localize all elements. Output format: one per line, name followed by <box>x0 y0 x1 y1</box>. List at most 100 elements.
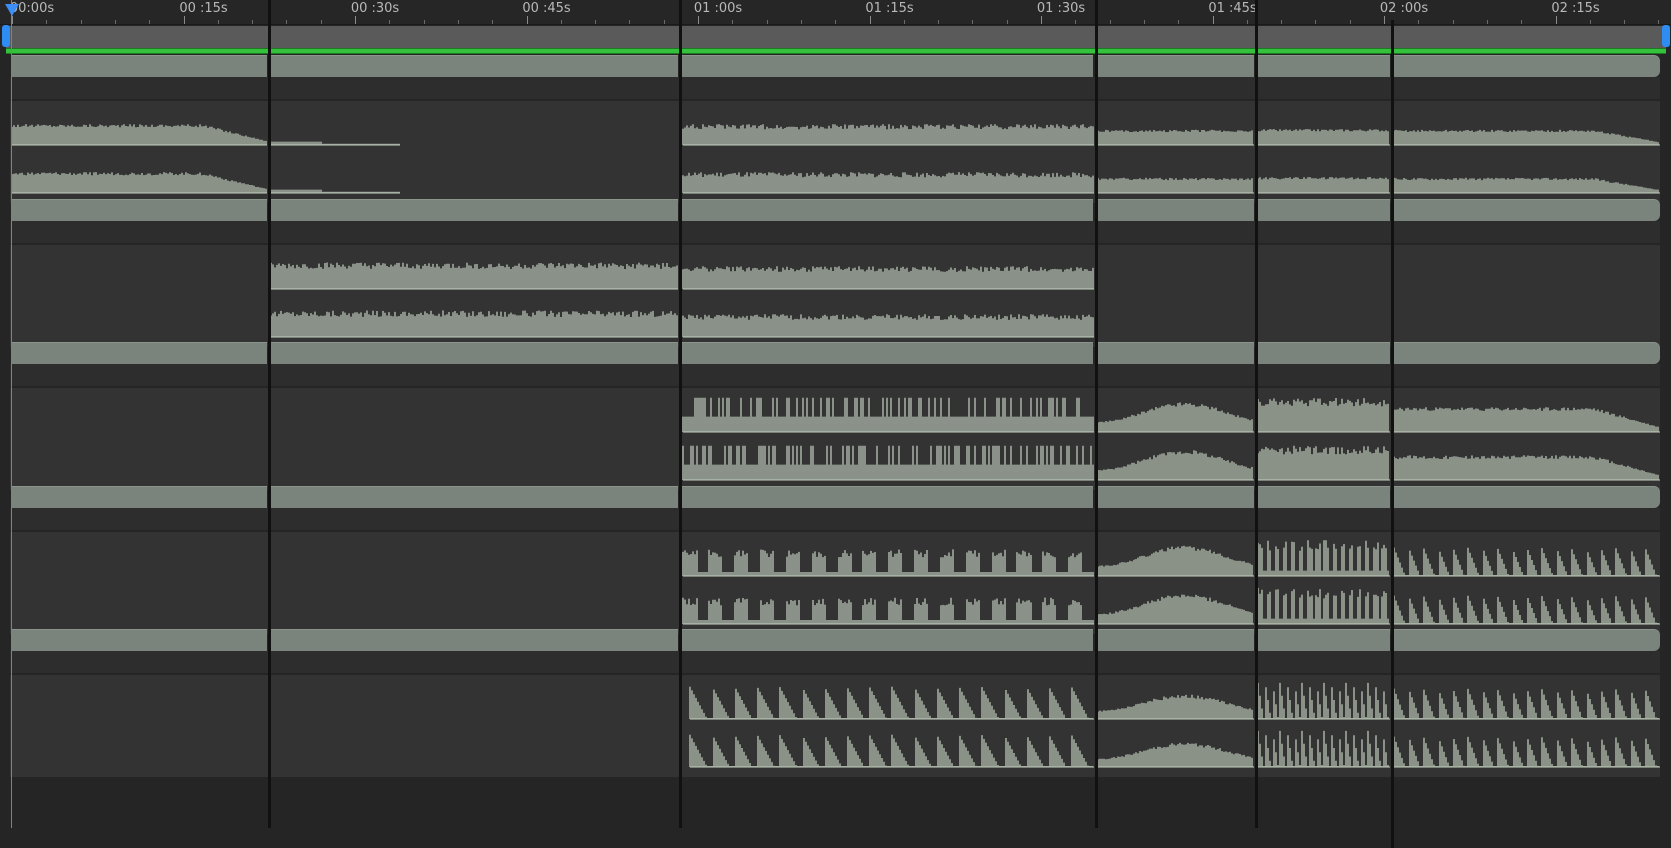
clip-bar[interactable] <box>271 198 678 221</box>
edit-cut-line[interactable] <box>1095 0 1098 828</box>
clip-bar[interactable] <box>1098 485 1254 508</box>
clip-bar[interactable] <box>1394 55 1660 77</box>
waveform-channel <box>1097 594 1254 624</box>
waveform-channel <box>682 313 1094 337</box>
clip-bar[interactable] <box>1394 342 1660 364</box>
clip-bar[interactable] <box>682 198 1093 221</box>
work-area-end-handle[interactable] <box>1662 25 1670 47</box>
waveform-channel <box>1257 398 1390 433</box>
clip-bar[interactable] <box>12 485 267 508</box>
ruler-minor-tick <box>972 20 974 24</box>
ruler-minor-tick <box>389 20 391 24</box>
ruler-label: 01 :00s <box>693 1 743 16</box>
clip-bar[interactable] <box>1098 629 1254 651</box>
ruler-major-tick <box>1555 16 1557 24</box>
clip-bar[interactable] <box>1394 198 1660 221</box>
ruler-minor-tick <box>1006 20 1008 24</box>
clip-bar[interactable] <box>682 629 1093 651</box>
clip-bar[interactable] <box>1098 55 1254 77</box>
playhead-handle[interactable] <box>5 4 19 16</box>
waveform-channel <box>1097 694 1254 720</box>
clip-bar[interactable] <box>1258 342 1390 364</box>
work-area-region[interactable] <box>6 26 1666 48</box>
clip-bar[interactable] <box>12 629 267 651</box>
clip-bar[interactable] <box>271 629 678 651</box>
clip-bar[interactable] <box>1258 629 1390 651</box>
ruler-minor-tick <box>732 20 734 24</box>
track-spacer <box>10 364 1660 386</box>
waveform-channel <box>270 309 678 337</box>
clip-bar[interactable] <box>1098 198 1254 221</box>
edit-cut-line[interactable] <box>1255 0 1258 828</box>
ruler-minor-tick <box>1486 20 1488 24</box>
ruler-minor-tick <box>1109 20 1111 24</box>
clip-bar[interactable] <box>12 198 267 221</box>
ruler-minor-tick <box>663 20 665 24</box>
waveform-channel <box>1097 177 1254 194</box>
ruler-minor-tick <box>766 20 768 24</box>
clip-bar[interactable] <box>12 55 267 77</box>
clip-bar[interactable] <box>12 342 267 364</box>
ruler-label: 00 :30s <box>350 1 400 16</box>
ruler-minor-tick <box>1418 20 1420 24</box>
waveform-channel <box>1097 742 1254 768</box>
waveform-channel <box>1393 407 1660 433</box>
waveform-channel <box>1097 545 1254 576</box>
clip-bar[interactable] <box>271 55 678 77</box>
work-area-start-handle[interactable] <box>2 25 10 47</box>
ruler-minor-tick <box>149 20 151 24</box>
clip-bar[interactable] <box>1394 629 1660 651</box>
ruler-minor-tick <box>492 20 494 24</box>
edit-cut-line[interactable] <box>1391 20 1394 848</box>
clip-bar[interactable] <box>682 342 1093 364</box>
ruler-label: 01 :45s <box>1208 1 1257 16</box>
ruler-minor-tick <box>423 20 425 24</box>
work-area-bar[interactable] <box>6 48 1666 54</box>
clip-bar[interactable] <box>271 485 678 508</box>
ruler-label: 02 :15s <box>1551 1 1600 16</box>
track-spacer <box>10 651 1660 673</box>
waveform-channel <box>1393 547 1660 576</box>
waveform-channel <box>270 262 678 289</box>
waveform-channel <box>1393 129 1660 146</box>
ruler-label: 00 :45s <box>522 1 571 16</box>
ruler-label: 00 :15s <box>179 1 228 16</box>
track-spacer <box>10 220 1660 243</box>
waveform-channel <box>1257 587 1390 624</box>
clip-bar[interactable] <box>682 485 1093 508</box>
ruler-major-tick <box>526 16 528 24</box>
clip-bar[interactable] <box>1258 55 1390 77</box>
clip-bar[interactable] <box>1258 198 1390 221</box>
edit-cut-line[interactable] <box>268 0 271 828</box>
ruler-minor-tick <box>800 20 802 24</box>
ruler-minor-tick <box>320 20 322 24</box>
ruler-minor-tick <box>1075 20 1077 24</box>
edit-cut-line[interactable] <box>679 0 682 828</box>
waveform-channel <box>1257 682 1390 720</box>
waveform-channel <box>1393 595 1660 624</box>
clip-bar[interactable] <box>1394 485 1660 508</box>
time-ruler[interactable]: 00:00s 00 :15s 00 :30s 00 :45s 01 :00s 01 :15… <box>0 0 1671 25</box>
clip-bar[interactable] <box>271 342 678 364</box>
ruler-major-tick <box>1384 16 1385 24</box>
waveform-channel <box>682 265 1094 289</box>
ruler-minor-tick <box>1521 20 1523 24</box>
ruler-minor-tick <box>629 20 631 24</box>
ruler-label: 02 :00s <box>1379 1 1429 16</box>
ruler-minor-tick <box>80 20 82 24</box>
ruler-major-tick <box>183 16 185 24</box>
ruler-minor-tick <box>1143 20 1145 24</box>
clip-bar[interactable] <box>682 55 1093 77</box>
waveform-channel <box>682 597 1094 624</box>
ruler-major-tick <box>1041 16 1042 24</box>
ruler-minor-tick <box>252 20 254 24</box>
clip-bar[interactable] <box>1258 485 1390 508</box>
waveform-channel <box>682 445 1094 481</box>
ruler-minor-tick <box>217 20 219 24</box>
ruler-minor-tick <box>835 20 837 24</box>
clip-bar[interactable] <box>1098 342 1254 364</box>
ruler-major-tick <box>698 16 699 24</box>
ruler-minor-tick <box>46 20 48 24</box>
ruler-minor-tick <box>114 20 116 24</box>
playhead-line[interactable] <box>11 0 12 828</box>
